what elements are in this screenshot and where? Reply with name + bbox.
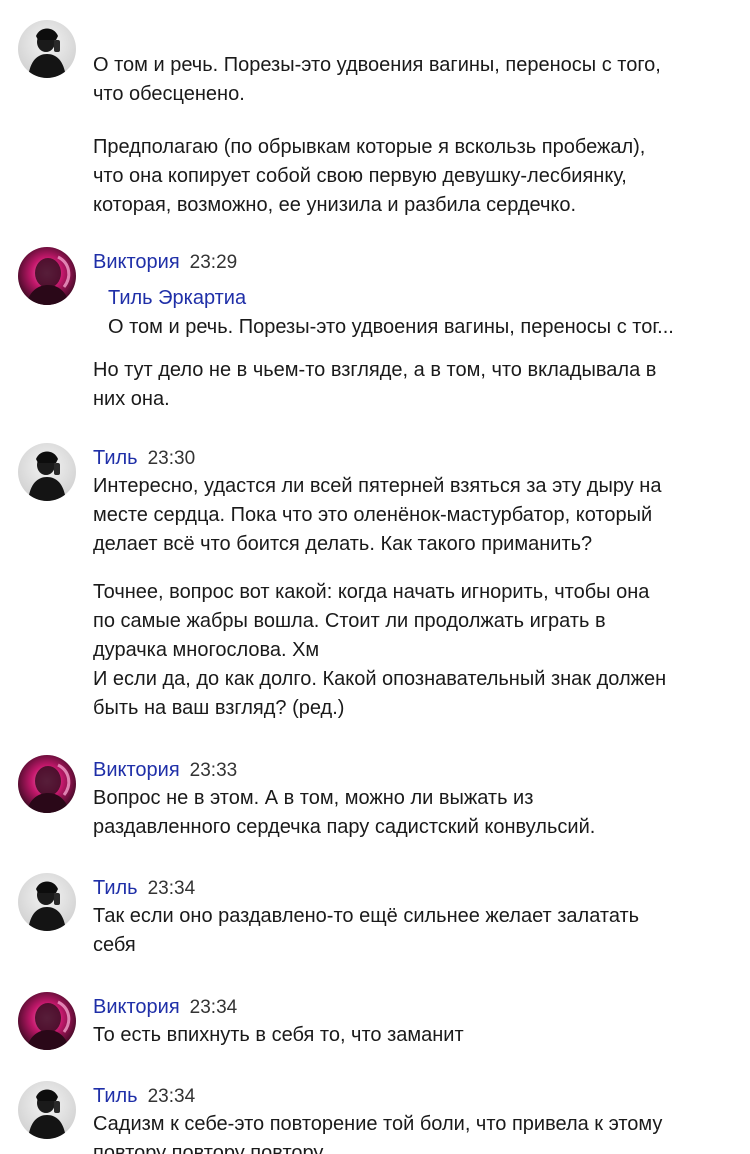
quote-text: О том и речь. Порезы-это удвоения вагины…: [108, 316, 674, 338]
message-time: 23:34: [147, 1086, 196, 1107]
author-name[interactable]: Виктория: [93, 251, 180, 273]
author-name[interactable]: Тиль: [93, 447, 138, 469]
message-time: 23:29: [189, 252, 238, 273]
message-feed[interactable]: О том и речь. Порезы-это удвоения вагины…: [0, 0, 750, 1154]
message-time: 23:30: [147, 448, 196, 469]
message-time: 23:33: [189, 760, 238, 781]
author-name[interactable]: Виктория: [93, 996, 180, 1018]
author-name[interactable]: Тиль: [93, 1085, 138, 1107]
message-text: Вопрос не в этом. А в том, можно ли выжа…: [93, 787, 596, 838]
message-text: Предполагаю (по обрывкам которые я вскол…: [93, 136, 646, 216]
message-header: Виктория 23:29: [93, 248, 713, 276]
message-header: Виктория 23:34: [93, 993, 713, 1021]
quoted-message[interactable]: Тиль Эркартиа О том и речь. Порезы-это у…: [108, 284, 713, 342]
message-time: 23:34: [189, 997, 238, 1018]
message-header: Виктория 23:33: [93, 756, 713, 784]
message-text: То есть впихнуть в себя то, что заманит: [93, 1024, 464, 1046]
dark-figure-avatar-icon[interactable]: [18, 443, 76, 501]
message-header: Тиль 23:30: [93, 444, 713, 472]
author-name[interactable]: Виктория: [93, 759, 180, 781]
dark-figure-avatar-icon[interactable]: [18, 1081, 76, 1139]
message-time: 23:34: [147, 878, 196, 899]
pink-portrait-avatar-icon[interactable]: [18, 992, 76, 1050]
message-text: Интересно, удастся ли всей пятерней взят…: [93, 475, 662, 555]
message-header: Тиль 23:34: [93, 874, 713, 902]
pink-portrait-avatar-icon[interactable]: [18, 247, 76, 305]
dark-figure-avatar-icon[interactable]: [18, 873, 76, 931]
message-text: Садизм к себе-это повторение той боли, ч…: [93, 1113, 663, 1154]
message-text: Так если оно раздавлено-то ещё сильнее ж…: [93, 905, 640, 956]
pink-portrait-avatar-icon[interactable]: [18, 755, 76, 813]
message-header: Тиль 23:34: [93, 1082, 713, 1110]
message-text: Но тут дело не в чьем-то взгляде, а в то…: [93, 359, 657, 410]
author-name[interactable]: Тиль: [93, 877, 138, 899]
quote-author[interactable]: Тиль Эркартиа: [108, 284, 713, 312]
message-text: О том и речь. Порезы-это удвоения вагины…: [93, 54, 661, 105]
dark-figure-avatar-icon[interactable]: [18, 20, 76, 78]
message-text: Точнее, вопрос вот какой: когда начать и…: [93, 581, 667, 719]
